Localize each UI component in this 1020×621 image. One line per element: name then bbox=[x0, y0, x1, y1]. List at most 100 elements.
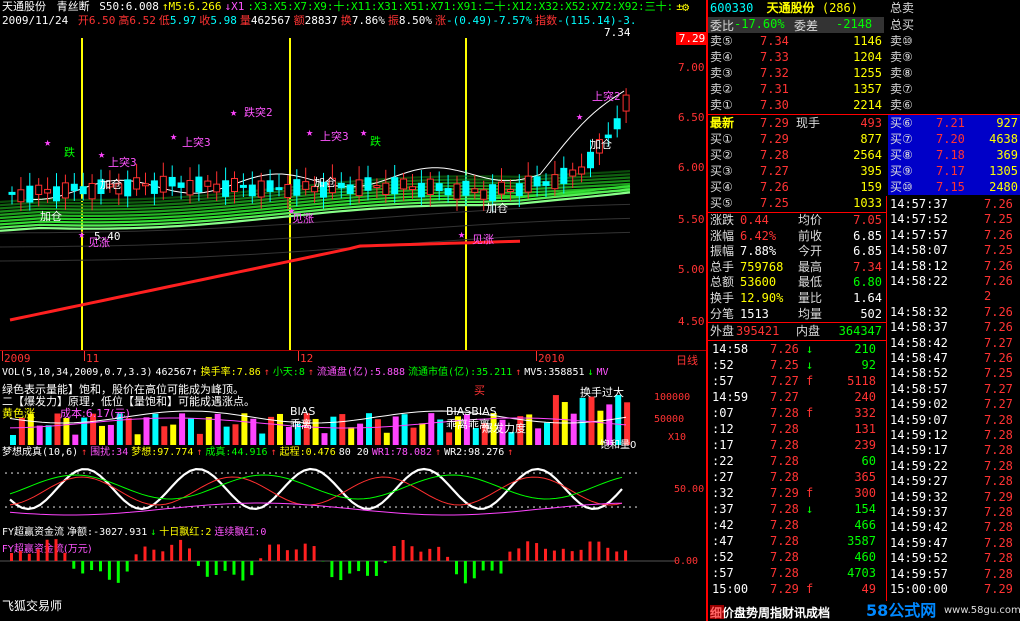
buy-deep-price: 7.18 bbox=[936, 148, 965, 162]
price-axis: 7.00 6.50 6.00 5.50 5.00 4.50 bbox=[676, 28, 706, 350]
ohlc-label: 高 bbox=[118, 14, 130, 27]
grid-dot bbox=[539, 506, 541, 508]
volume-bar bbox=[36, 425, 43, 445]
date-tick bbox=[2, 351, 3, 361]
fund-bar bbox=[339, 561, 343, 581]
buy-deep-volume: 1305 bbox=[989, 164, 1018, 178]
grid-dot bbox=[251, 472, 253, 474]
ohlc-item: 收5.98 bbox=[199, 14, 237, 27]
grid-dot bbox=[287, 506, 289, 508]
grid-dot bbox=[257, 472, 259, 474]
pane-header-item: 462567↑ bbox=[155, 367, 198, 378]
candle-body bbox=[70, 183, 78, 191]
ohlc-value: 6.50 bbox=[88, 14, 116, 27]
star-icon: ★ bbox=[306, 125, 313, 139]
grid-dot bbox=[83, 506, 85, 508]
tick-price: 7.28 bbox=[770, 422, 799, 436]
sell-volume: 2214 bbox=[853, 98, 882, 112]
grid-dot bbox=[197, 506, 199, 508]
grid-dot bbox=[539, 472, 541, 474]
grid-dot bbox=[389, 506, 391, 508]
tick-right-price: 7.26 bbox=[984, 351, 1013, 365]
grid-dot bbox=[473, 472, 475, 474]
grid-dot bbox=[335, 472, 337, 474]
pane-header-item: ↑ bbox=[263, 367, 270, 378]
fund-flow-chart[interactable] bbox=[0, 539, 706, 621]
price-chart[interactable]: 跌跌突2上突3上突3 上突3 跌加仓加仓加仓加仓加仓见涨见涨见涨上突25.40★★★… bbox=[0, 28, 706, 350]
fund-bar bbox=[277, 544, 280, 561]
pane-header-item: ↓ bbox=[587, 367, 594, 378]
chart-area[interactable]: 天通股份 青丝断 S50:6.008 ↑M5:6.266 ↓X1:X3:X5:X7:… bbox=[0, 0, 708, 621]
price-annotation: 跌 bbox=[64, 145, 75, 159]
pane-header-item: 小天:8 bbox=[272, 367, 305, 378]
grid-dot bbox=[11, 472, 13, 474]
tick-time: :57 bbox=[712, 374, 734, 388]
candle-body bbox=[489, 184, 497, 202]
latest-price: 7.29 bbox=[760, 116, 789, 130]
tick-price: 7.28 bbox=[770, 438, 799, 452]
fund-bar bbox=[437, 546, 441, 561]
stock-code: 600330 bbox=[710, 1, 754, 15]
grid-dot bbox=[101, 506, 103, 508]
ohlc-bar: 2009/11/24 开6.50 高6.52 低5.97 收5.98 量462567 额2… bbox=[2, 14, 637, 28]
tick-row: :52 7.25 ↓ 92 bbox=[708, 357, 884, 373]
candle-body bbox=[551, 174, 559, 190]
grid-dot bbox=[509, 506, 511, 508]
bottom-tab-bar[interactable]: 细价盘势周指财讯成档 58公式网 www.58gu.com bbox=[708, 601, 1020, 621]
period-label[interactable]: 日线 bbox=[676, 352, 698, 368]
grid-dot bbox=[275, 472, 277, 474]
tick-right-row: 14:59:37 7.28 bbox=[888, 504, 1020, 521]
stat-value: 7.34 bbox=[853, 259, 882, 274]
pane-header-item: MV bbox=[596, 367, 609, 378]
ohlc-item: 振8.50% bbox=[388, 14, 432, 27]
fund-bar bbox=[107, 561, 111, 580]
ohlc-value: 6.52 bbox=[129, 14, 156, 27]
volume-bar bbox=[72, 434, 79, 445]
candle-body bbox=[159, 175, 167, 193]
fund-bar bbox=[152, 549, 156, 561]
grid-dot bbox=[467, 506, 469, 508]
buy-level-row: 买① 7.29 877 bbox=[710, 131, 884, 147]
tick-volume: 131 bbox=[854, 422, 876, 436]
handnow-label: 现手 bbox=[796, 116, 821, 130]
volume-bar bbox=[428, 413, 435, 445]
dream-indicator-chart[interactable] bbox=[0, 459, 706, 521]
bottom-tabs[interactable]: 细价盘势周指财讯成档 bbox=[710, 604, 830, 621]
tick-price: 7.29 bbox=[770, 486, 799, 500]
tick-right-price: 7.28 bbox=[984, 566, 1013, 581]
fund-bar bbox=[561, 548, 565, 561]
settings-icon[interactable]: ⚙ bbox=[682, 0, 689, 14]
pane-header-item: ↑ bbox=[196, 447, 203, 458]
stat-value: 7.88% bbox=[740, 244, 777, 259]
fund-bar bbox=[161, 551, 165, 561]
tick-right-row: 14:58:22 7.26 bbox=[888, 273, 1020, 290]
grid-dot bbox=[293, 472, 295, 474]
tick-price: 7.28 bbox=[770, 566, 799, 580]
sell-label: 卖① bbox=[710, 98, 733, 112]
total-sell-label: 总卖 bbox=[890, 1, 915, 15]
tick-time: :42 bbox=[712, 518, 734, 532]
candle-body bbox=[150, 180, 158, 194]
tick-right-time: 14:59:27 bbox=[890, 474, 948, 489]
indicator-param: S50:6.008 bbox=[99, 0, 159, 13]
buy-label: 买④ bbox=[710, 180, 733, 194]
grid-dot bbox=[29, 472, 31, 474]
grid-dot bbox=[167, 506, 169, 508]
stat-row: 涨幅 6.42% 前收 6.85 bbox=[710, 228, 884, 244]
fund-bar bbox=[517, 548, 521, 561]
tick-right-time: 15:00:00 bbox=[890, 582, 948, 596]
tick-price: 7.28 bbox=[770, 470, 799, 484]
candle-body bbox=[560, 167, 568, 184]
grid-dot bbox=[5, 506, 7, 508]
grid-dot bbox=[389, 472, 391, 474]
grid-dot bbox=[41, 506, 43, 508]
indicator-header: 天通股份 青丝断 S50:6.008 ↑M5:6.266 ↓X1:X3:X5:X7:… bbox=[2, 0, 683, 14]
grid-dot bbox=[455, 472, 457, 474]
tick-right-row: 14:59:02 7.27 bbox=[888, 396, 1020, 413]
price-annotation: 见涨 bbox=[472, 233, 494, 246]
grid-dot bbox=[281, 506, 283, 508]
grid-dot bbox=[353, 472, 355, 474]
candle-body bbox=[435, 183, 443, 191]
quote-count: (286) bbox=[821, 1, 858, 15]
volume-bar bbox=[410, 427, 417, 445]
